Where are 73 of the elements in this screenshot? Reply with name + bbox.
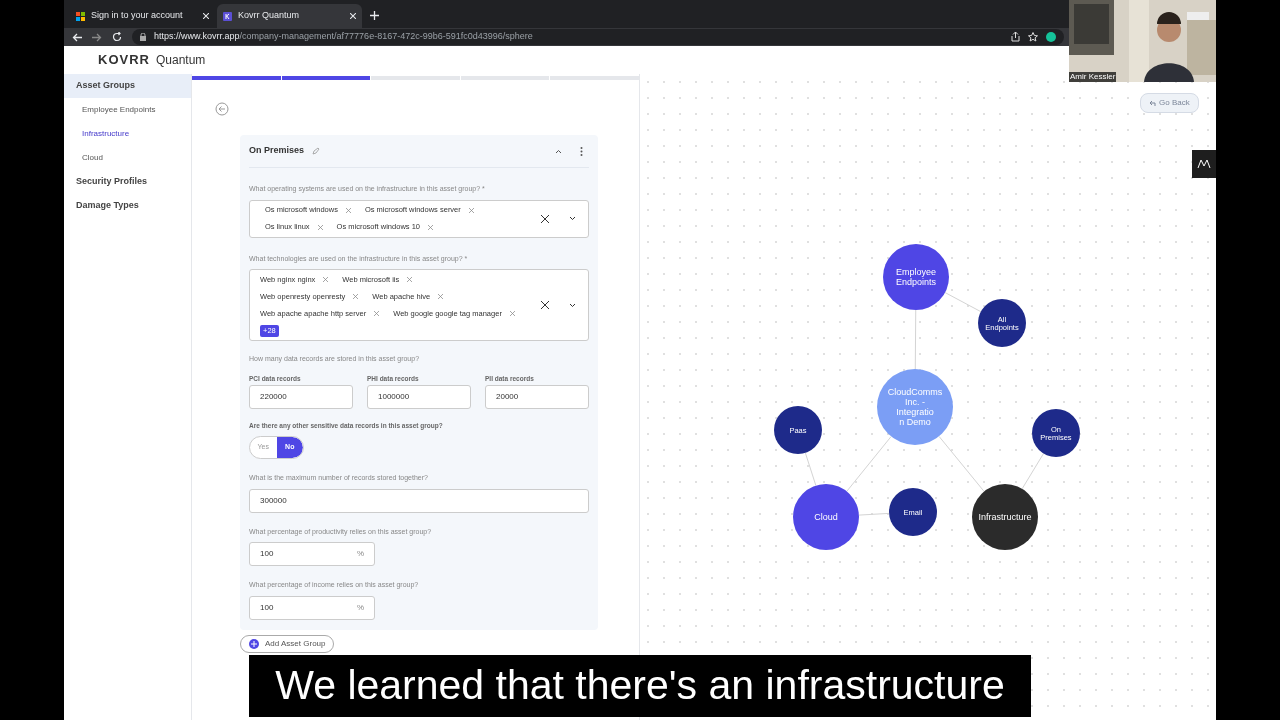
chevron-down-icon[interactable] [569,216,576,221]
remove-icon[interactable] [407,277,413,282]
graph-node[interactable] [883,244,949,310]
close-icon[interactable] [203,13,209,19]
clear-icon[interactable] [541,214,549,223]
plus-icon [249,639,259,649]
sidebar-item[interactable]: Cloud [64,146,191,170]
node-label: Cloud [814,512,838,523]
node-label: Infrastructure [978,512,1032,523]
connector-line [846,436,892,492]
remove-icon[interactable] [323,277,329,282]
close-icon[interactable] [350,13,356,19]
graph-node[interactable] [793,484,859,550]
graph-node[interactable] [877,369,953,445]
share-icon[interactable] [1011,32,1020,42]
remove-icon[interactable] [509,311,515,316]
graph-node[interactable] [1032,409,1080,457]
input-field[interactable]: 220000 [249,385,353,410]
input-field[interactable]: 100 % [249,595,375,620]
remove-icon[interactable] [438,294,444,299]
lock-icon [140,33,146,41]
remove-icon[interactable] [345,207,351,213]
remove-icon[interactable] [428,224,433,230]
add-asset-group-button[interactable]: Add Asset Group [240,635,335,653]
grid-icon [76,11,85,21]
input-field[interactable]: 100 % [249,542,375,566]
sidebar-section[interactable]: Asset Groups [64,74,191,98]
star-icon[interactable] [1028,32,1038,42]
reload-icon[interactable] [112,32,122,42]
back-icon[interactable] [72,32,82,42]
browser-tab[interactable]: Sign in to your account [70,4,215,28]
sidebar-item[interactable]: Infrastructure [64,122,191,146]
remove-icon[interactable] [468,207,474,213]
remove-icon[interactable] [374,311,380,316]
forward-icon[interactable] [92,32,102,42]
new-tab-icon[interactable] [370,11,379,20]
product-name: Quantum [155,52,206,69]
remove-icon[interactable] [353,294,359,299]
connector-line [804,452,817,487]
connector-line [1021,453,1045,490]
clear-icon[interactable] [541,301,549,309]
sidebar-section[interactable]: Damage Types [64,194,191,218]
more-icon[interactable] [580,146,583,156]
node-label: Employee Endpoints [896,267,936,288]
graph-node[interactable] [889,488,937,536]
connector-line [938,435,985,492]
browser-tab[interactable]: Kovrr Quantum [217,4,362,28]
card-title: On Premises [249,144,305,158]
graph-node[interactable] [978,299,1026,347]
chevron-down-icon[interactable] [569,302,576,308]
input-field[interactable]: 300000 [249,488,589,513]
input-field[interactable]: 1000000 [367,385,471,410]
connector-line [858,512,890,516]
extension-icon[interactable] [1046,32,1056,42]
app-icon [223,11,232,21]
remove-icon[interactable] [317,224,323,230]
url-text: https://www.kovrr.app/company-management/af77776e-8167-472c-99b6-591fc0d43996/sphere [154,30,533,44]
chevron-up-icon[interactable] [555,148,562,154]
logo: KOVRR [98,51,150,70]
subtitle: We learned that there's an infrastructure [249,655,1031,717]
return-icon [1149,100,1156,106]
address-bar[interactable]: https://www.kovrr.app/company-management/af77776e-8167-472c-99b6-591fc0d43996/sphere [132,29,1064,45]
graph-node[interactable] [972,484,1038,550]
graph-node[interactable] [774,406,822,454]
input-field[interactable]: 20000 [485,385,589,410]
participant-name: Amir Kessler [1069,72,1117,82]
connector-line [914,309,917,370]
sidebar-section[interactable]: Security Profiles [64,170,191,194]
sidebar-item[interactable]: Employee Endpoints [64,98,191,122]
connector-line [944,292,982,313]
node-label: CloudComms Inc. - Integratio n Demo [887,387,943,427]
go-back-button[interactable]: Go Back [1140,93,1199,113]
side-panel-icon[interactable] [1192,150,1216,178]
